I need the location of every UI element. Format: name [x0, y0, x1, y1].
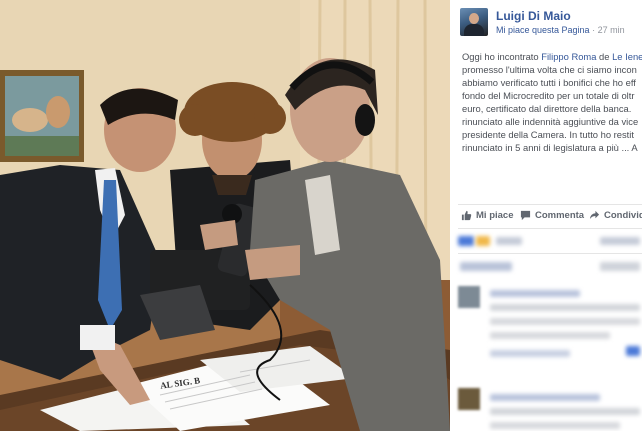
like-page-link[interactable]: Mi piace questa Pagina: [496, 25, 590, 35]
like-label: Mi piace: [476, 210, 514, 221]
meta-separator: ·: [589, 25, 598, 35]
photo-illustration: [0, 0, 450, 431]
share-button[interactable]: Condividi: [589, 210, 642, 221]
share-label: Condividi: [604, 210, 642, 221]
post-sidebar: Luigi Di Maio Mi piace questa Pagina · 2…: [450, 0, 642, 431]
post-actions: Mi piace Commenta Condividi: [450, 206, 642, 228]
avatar[interactable]: [460, 8, 488, 36]
thumbs-up-icon: [461, 210, 472, 221]
post-line-1: Oggi ho incontrato Filippo Roma de Le Ie…: [462, 50, 642, 63]
post-body: Oggi ho incontrato Filippo Roma de Le Ie…: [462, 50, 642, 154]
divider: [458, 204, 642, 205]
post-line-3: abbiamo verificato tutti i bonifici che …: [462, 77, 636, 88]
post-timestamp[interactable]: 27 min: [598, 25, 625, 35]
divider: [458, 253, 642, 254]
post-line-6: rinunciato alle indennità aggiuntive da …: [462, 116, 639, 127]
post-text-part: de: [596, 51, 613, 62]
post-line-2: promesso l'ultima volta che ci siamo inc…: [462, 64, 637, 75]
comment-button[interactable]: Commenta: [520, 210, 584, 221]
avatar[interactable]: [458, 286, 480, 308]
like-button[interactable]: Mi piace: [461, 210, 514, 221]
comment-label: Commenta: [535, 210, 585, 221]
post-text-part: Oggi ho incontrato: [462, 51, 542, 62]
post-line-8: rinunciato in 5 anni di legislatura a pi…: [462, 142, 638, 153]
post-line-7: presidente della Camera. In tutto ho res…: [462, 129, 634, 140]
post-photo[interactable]: AL SIG. B: [0, 0, 450, 431]
share-arrow-icon: [589, 210, 600, 221]
author-name[interactable]: Luigi Di Maio: [496, 9, 571, 23]
post-line-5: euro, certificato dal direttore della ba…: [462, 103, 632, 114]
mention-filippo-roma[interactable]: Filippo Roma: [541, 51, 596, 62]
post-line-4: fondo del Microcredito per un totale di …: [462, 90, 635, 101]
speech-bubble-icon: [520, 210, 531, 221]
divider: [458, 228, 642, 229]
post-meta: Mi piace questa Pagina · 27 min: [496, 25, 625, 35]
avatar[interactable]: [458, 388, 480, 410]
mention-le-iene[interactable]: Le Iene: [612, 51, 642, 62]
post-header: Luigi Di Maio Mi piace questa Pagina · 2…: [460, 8, 642, 40]
